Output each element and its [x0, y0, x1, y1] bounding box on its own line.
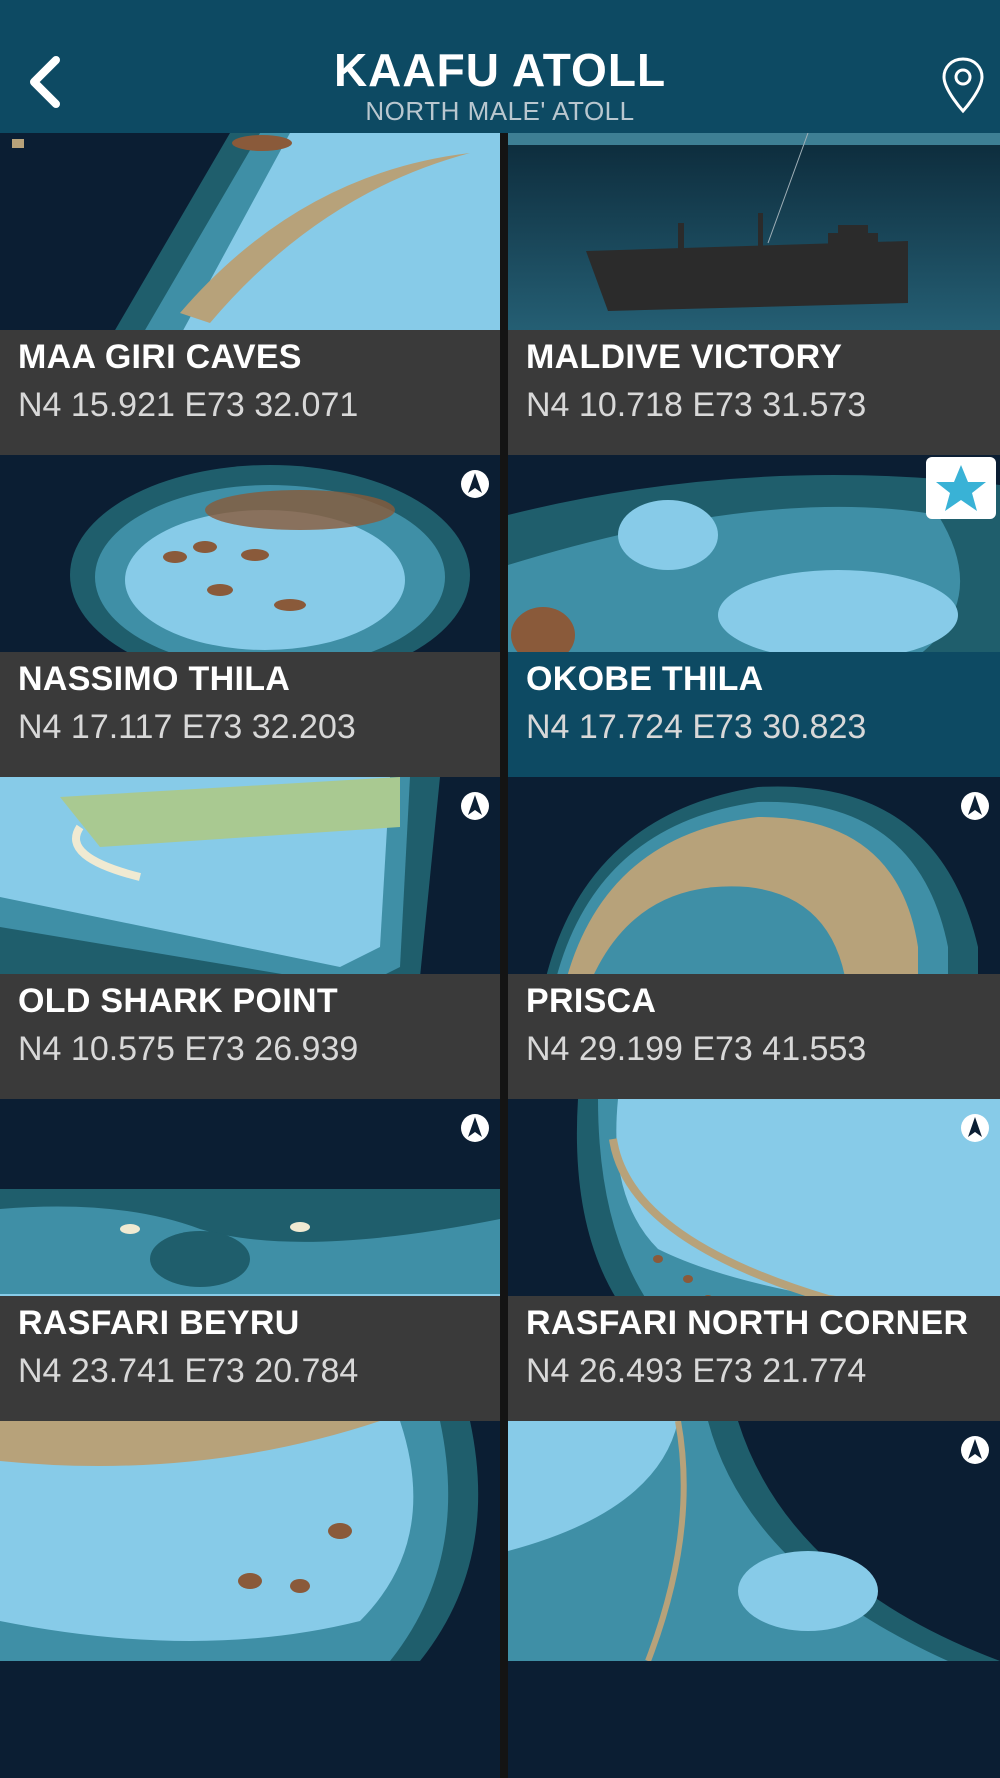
dive-site-card[interactable] [508, 1421, 1000, 1778]
dive-site-card[interactable]: MALDIVE VICTORY N4 10.718 E73 31.573 [508, 133, 1000, 490]
page-subtitle: NORTH MALE' ATOLL [365, 96, 635, 126]
site-name: OLD SHARK POINT [18, 982, 338, 1020]
site-map-image [0, 1421, 500, 1661]
site-map-image [508, 1421, 1000, 1661]
site-coordinates: N4 26.493 E73 21.774 [526, 1352, 867, 1390]
site-name: NASSIMO THILA [18, 660, 291, 698]
dive-site-card[interactable]: RASFARI NORTH CORNER N4 26.493 E73 21.77… [508, 1099, 1000, 1456]
dive-site-card[interactable]: OLD SHARK POINT N4 10.575 E73 26.939 [0, 777, 500, 1134]
site-name: MALDIVE VICTORY [526, 338, 843, 376]
map-legend [12, 139, 24, 152]
favorite-badge[interactable] [926, 457, 996, 519]
site-coordinates: N4 17.724 E73 30.823 [526, 708, 867, 746]
dive-site-card[interactable] [0, 1421, 500, 1778]
dive-site-card[interactable]: RASFARI BEYRU N4 23.741 E73 20.784 [0, 1099, 500, 1456]
page-title: KAAFU ATOLL [333, 44, 667, 96]
star-icon [936, 465, 986, 511]
dive-site-card[interactable]: OKOBE THILA N4 17.724 E73 30.823 [508, 455, 1000, 812]
site-coordinates: N4 10.718 E73 31.573 [526, 386, 867, 424]
site-coordinates: N4 23.741 E73 20.784 [18, 1352, 359, 1390]
site-coordinates: N4 10.575 E73 26.939 [18, 1030, 359, 1068]
dive-site-card[interactable]: NASSIMO THILA N4 17.117 E73 32.203 [0, 455, 500, 812]
dive-site-card[interactable]: MAA GIRI CAVES N4 15.921 E73 32.071 [0, 133, 500, 490]
map-pin-icon[interactable] [938, 55, 988, 115]
site-coordinates: N4 15.921 E73 32.071 [18, 386, 359, 424]
dive-site-grid: MAA GIRI CAVES N4 15.921 E73 32.071 MALD… [0, 133, 1000, 1778]
site-coordinates: N4 17.117 E73 32.203 [18, 708, 356, 746]
north-compass-icon [461, 1114, 489, 1142]
site-coordinates: N4 29.199 E73 41.553 [526, 1030, 867, 1068]
dive-site-card[interactable]: PRISCA N4 29.199 E73 41.553 [508, 777, 1000, 1134]
site-name: RASFARI BEYRU [18, 1304, 300, 1342]
north-compass-icon [461, 792, 489, 820]
north-compass-icon [961, 792, 989, 820]
north-compass-icon [961, 1114, 989, 1142]
site-name: MAA GIRI CAVES [18, 338, 302, 376]
app-header: KAAFU ATOLL NORTH MALE' ATOLL [0, 0, 1000, 133]
north-compass-icon [461, 470, 489, 498]
site-name: OKOBE THILA [526, 660, 764, 698]
site-name: RASFARI NORTH CORNER [526, 1304, 969, 1342]
north-compass-icon [961, 1436, 989, 1464]
site-name: PRISCA [526, 982, 657, 1020]
